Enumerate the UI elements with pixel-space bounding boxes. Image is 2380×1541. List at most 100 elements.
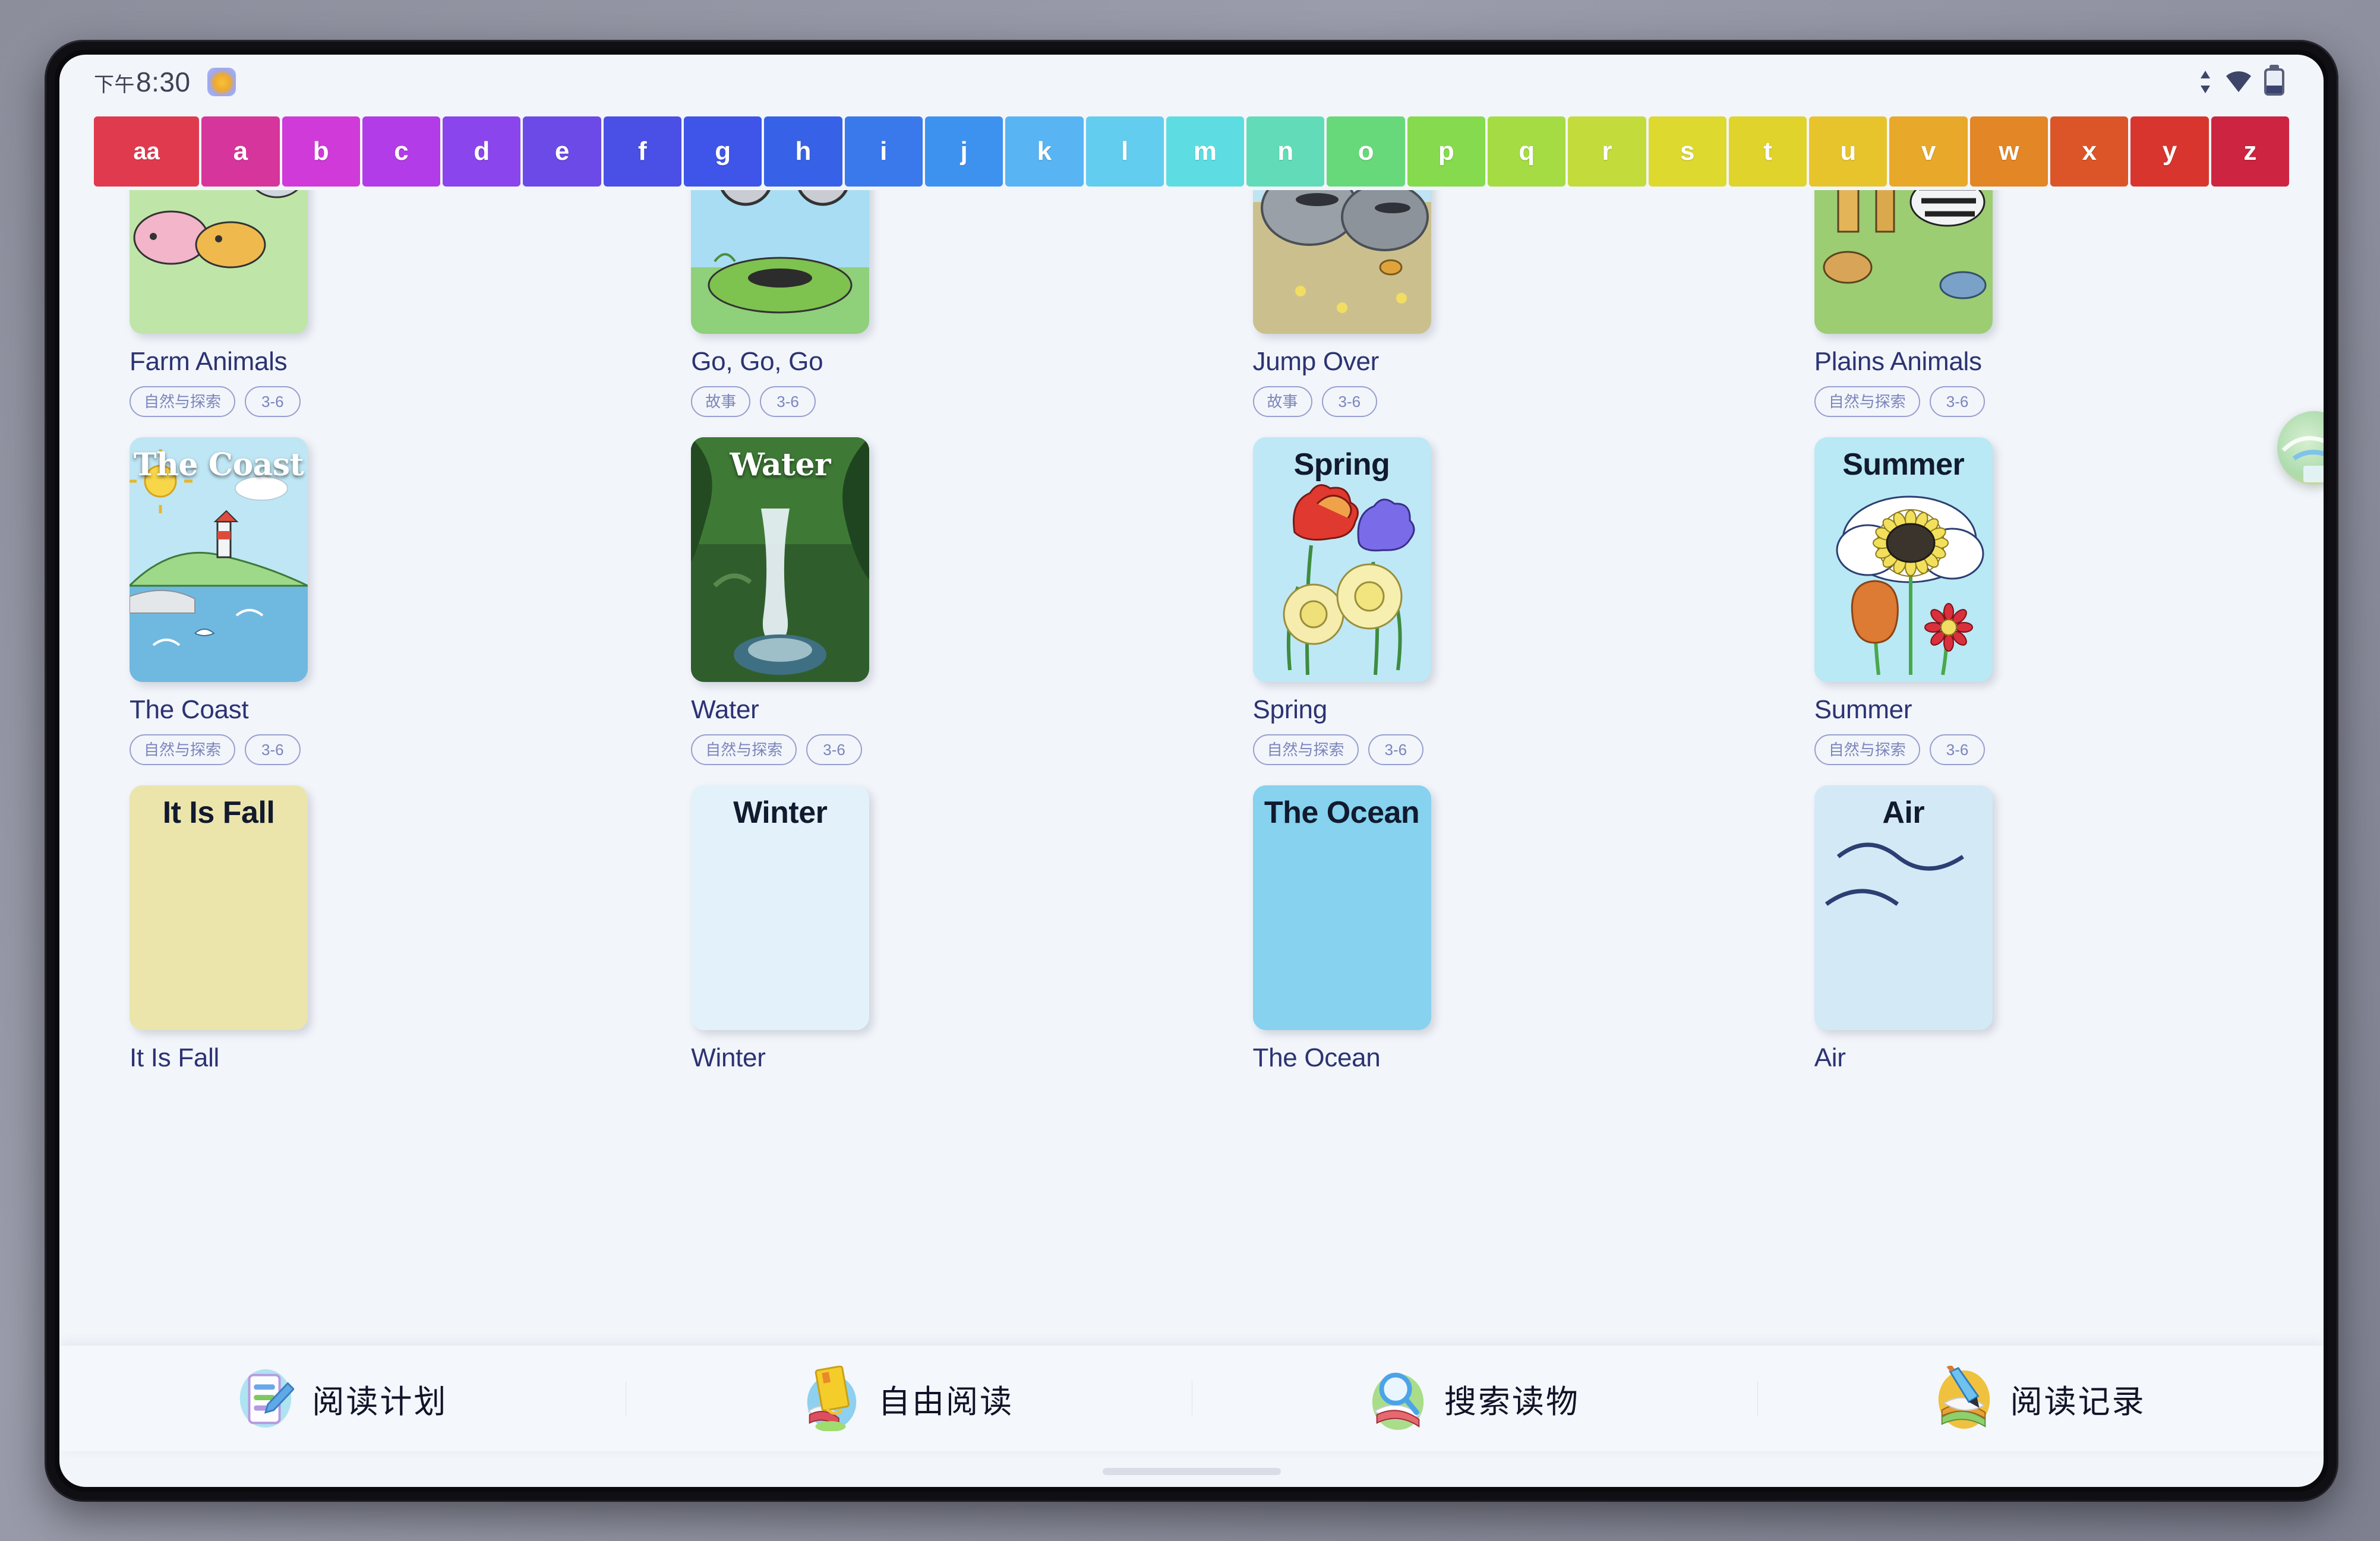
alphabet-cell-w[interactable]: w [1969, 116, 2048, 187]
book-card[interactable]: It Is Fall It Is Fall [130, 785, 615, 1073]
book-title: Air [1814, 1043, 1846, 1072]
age-tag: 3-6 [245, 386, 301, 417]
alphabet-cell-z[interactable]: z [2211, 116, 2289, 187]
alphabet-cell-n[interactable]: n [1246, 116, 1325, 187]
book-card[interactable]: Winter Winter [691, 785, 1176, 1073]
alphabet-cell-r[interactable]: r [1568, 116, 1646, 187]
book-title: It Is Fall [130, 1043, 220, 1072]
book-cover[interactable] [1252, 190, 1431, 334]
book-tags: 故事 3-6 [691, 386, 1176, 417]
alphabet-cell-aa[interactable]: aa [94, 116, 200, 187]
alphabet-cell-q[interactable]: q [1488, 116, 1566, 187]
alphabet-cell-e[interactable]: e [523, 116, 601, 187]
alphabet-cell-v[interactable]: v [1889, 116, 1968, 187]
alphabet-cell-u[interactable]: u [1809, 116, 1887, 187]
book-cover[interactable]: Spring [1252, 437, 1431, 682]
nav-item-2[interactable]: 自由阅读 [625, 1366, 1192, 1431]
book-card[interactable]: Go, Go, Go 故事 3-6 [691, 190, 1176, 417]
book-title: Spring [1252, 695, 1328, 724]
book-card[interactable]: The Coast The Coast 自然与探索 3-6 [130, 437, 615, 765]
cover-title: Summer [1842, 447, 1965, 482]
alphabet-cell-k[interactable]: k [1005, 116, 1084, 187]
nav-item-4[interactable]: 阅读记录 [1757, 1366, 2324, 1431]
book-tags: 自然与探索 3-6 [691, 734, 1176, 765]
book-cover[interactable] [1814, 190, 1993, 334]
nav-label: 搜索读物 [1444, 1384, 1580, 1420]
category-tag: 自然与探索 [1814, 386, 1920, 417]
alphabet-cell-l[interactable]: l [1085, 116, 1164, 187]
alphabet-cell-y[interactable]: y [2130, 116, 2209, 187]
nav-item-1[interactable]: 阅读计划 [59, 1366, 626, 1431]
category-tag: 故事 [691, 386, 751, 417]
alphabet-cell-a[interactable]: a [201, 116, 280, 187]
data-transfer-icon [2201, 71, 2210, 93]
cover-art-plains-animals [1814, 190, 1993, 334]
book-cover[interactable]: The Ocean [1252, 785, 1431, 1030]
alphabet-cell-m[interactable]: m [1166, 116, 1245, 187]
alphabet-cell-d[interactable]: d [443, 116, 521, 187]
nav-label: 自由阅读 [878, 1384, 1014, 1420]
free-reading-icon [807, 1366, 857, 1431]
cover-title: The Coast [133, 447, 304, 483]
age-tag: 3-6 [1929, 734, 1986, 765]
book-cover[interactable]: Water [691, 437, 870, 682]
alphabet-cell-f[interactable]: f [603, 116, 682, 187]
alphabet-cell-o[interactable]: o [1327, 116, 1405, 187]
cover-art-jump-over [1252, 190, 1431, 334]
category-tag: 自然与探索 [130, 734, 236, 765]
book-title: Jump Over [1252, 347, 1380, 376]
alphabet-cell-b[interactable]: b [282, 116, 360, 187]
book-title: The Coast [130, 695, 249, 724]
book-cover[interactable] [691, 190, 870, 334]
alphabet-cell-g[interactable]: g [684, 116, 762, 187]
book-title: Winter [691, 1043, 766, 1072]
tablet-device: 下午 8:30 aa a b c d e f g h i j k l m n o p q r s t u v w x y z [46, 42, 2337, 1500]
book-card[interactable]: Farm Animals 自然与探索 3-6 [130, 190, 615, 417]
alphabet-cell-c[interactable]: c [362, 116, 441, 187]
alphabet-cell-h[interactable]: h [764, 116, 842, 187]
book-grid: Farm Animals 自然与探索 3-6 Go, Go, Go 故事 3-6 Jum… [130, 190, 2300, 1073]
cover-title: The Ocean [1264, 795, 1420, 830]
alphabet-cell-s[interactable]: s [1648, 116, 1726, 187]
book-title: Water [691, 695, 759, 724]
book-tags: 自然与探索 3-6 [1252, 734, 1738, 765]
cover-art-farm-animals [130, 190, 308, 334]
alphabet-cell-j[interactable]: j [924, 116, 1003, 187]
book-card[interactable]: Air Air [1814, 785, 2300, 1073]
book-cover[interactable]: The Coast [130, 437, 308, 682]
book-cover[interactable]: Winter [691, 785, 870, 1030]
category-tag: 自然与探索 [691, 734, 797, 765]
book-cover[interactable]: Summer [1814, 437, 1993, 682]
book-tags: 故事 3-6 [1252, 386, 1738, 417]
book-card[interactable]: Water Water 自然与探索 3-6 [691, 437, 1176, 765]
cover-art-go-go-go [691, 190, 870, 334]
clock-time: 8:30 [136, 67, 191, 97]
status-clock: 下午 8:30 [94, 66, 191, 98]
book-card[interactable]: Jump Over 故事 3-6 [1252, 190, 1738, 417]
cover-title: Winter [733, 795, 828, 830]
book-title: Plains Animals [1814, 347, 1982, 376]
book-card[interactable]: Summer Summer 自然与探索 3-6 [1814, 437, 2300, 765]
alphabet-cell-t[interactable]: t [1728, 116, 1807, 187]
battery-icon [2264, 68, 2284, 96]
book-card[interactable]: Plains Animals 自然与探索 3-6 [1814, 190, 2300, 417]
alphabet-filter-rail[interactable]: aa a b c d e f g h i j k l m n o p q r s t u v w x y z [94, 116, 2289, 187]
book-cover[interactable]: It Is Fall [130, 785, 308, 1030]
book-cover[interactable]: Air [1814, 785, 1993, 1030]
book-tags: 自然与探索 3-6 [1814, 386, 2300, 417]
age-tag: 3-6 [1368, 734, 1424, 765]
book-title: Summer [1814, 695, 1912, 724]
home-indicator [1102, 1468, 1281, 1475]
book-cover[interactable] [130, 190, 308, 334]
bottom-navigation[interactable]: 阅读计划 自由阅读 搜索读物 阅读记录 [59, 1346, 2324, 1451]
age-tag: 3-6 [806, 734, 862, 765]
book-grid-scroll-area[interactable]: Farm Animals 自然与探索 3-6 Go, Go, Go 故事 3-6 Jum… [59, 190, 2324, 1381]
alphabet-cell-p[interactable]: p [1407, 116, 1485, 187]
alphabet-cell-x[interactable]: x [2050, 116, 2129, 187]
alphabet-cell-i[interactable]: i [844, 116, 923, 187]
nav-item-3[interactable]: 搜索读物 [1191, 1366, 1758, 1431]
book-card[interactable]: The Ocean The Ocean [1252, 785, 1738, 1073]
book-card[interactable]: Spring Spring 自然与探索 3-6 [1252, 437, 1738, 765]
cover-title: Water [730, 447, 831, 483]
book-tags: 自然与探索 3-6 [130, 734, 615, 765]
